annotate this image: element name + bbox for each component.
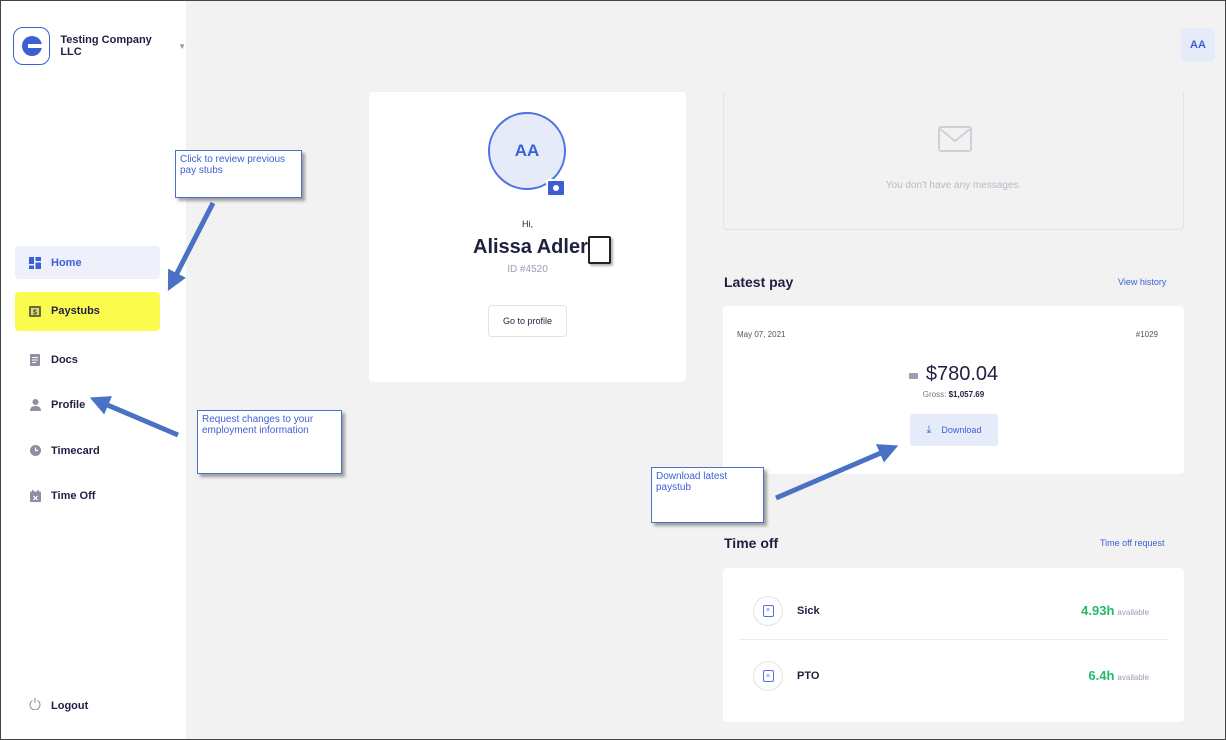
arrow-to-paystubs — [167, 201, 216, 292]
profile-callout: Request changes to your employment infor… — [197, 410, 342, 474]
arrow-to-profile — [89, 396, 179, 438]
arrow-to-download — [775, 444, 899, 501]
annotation-arrows — [89, 201, 899, 501]
download-callout: Download latest paystub — [651, 467, 764, 523]
paystubs-callout: Click to review previous pay stubs — [175, 150, 302, 198]
